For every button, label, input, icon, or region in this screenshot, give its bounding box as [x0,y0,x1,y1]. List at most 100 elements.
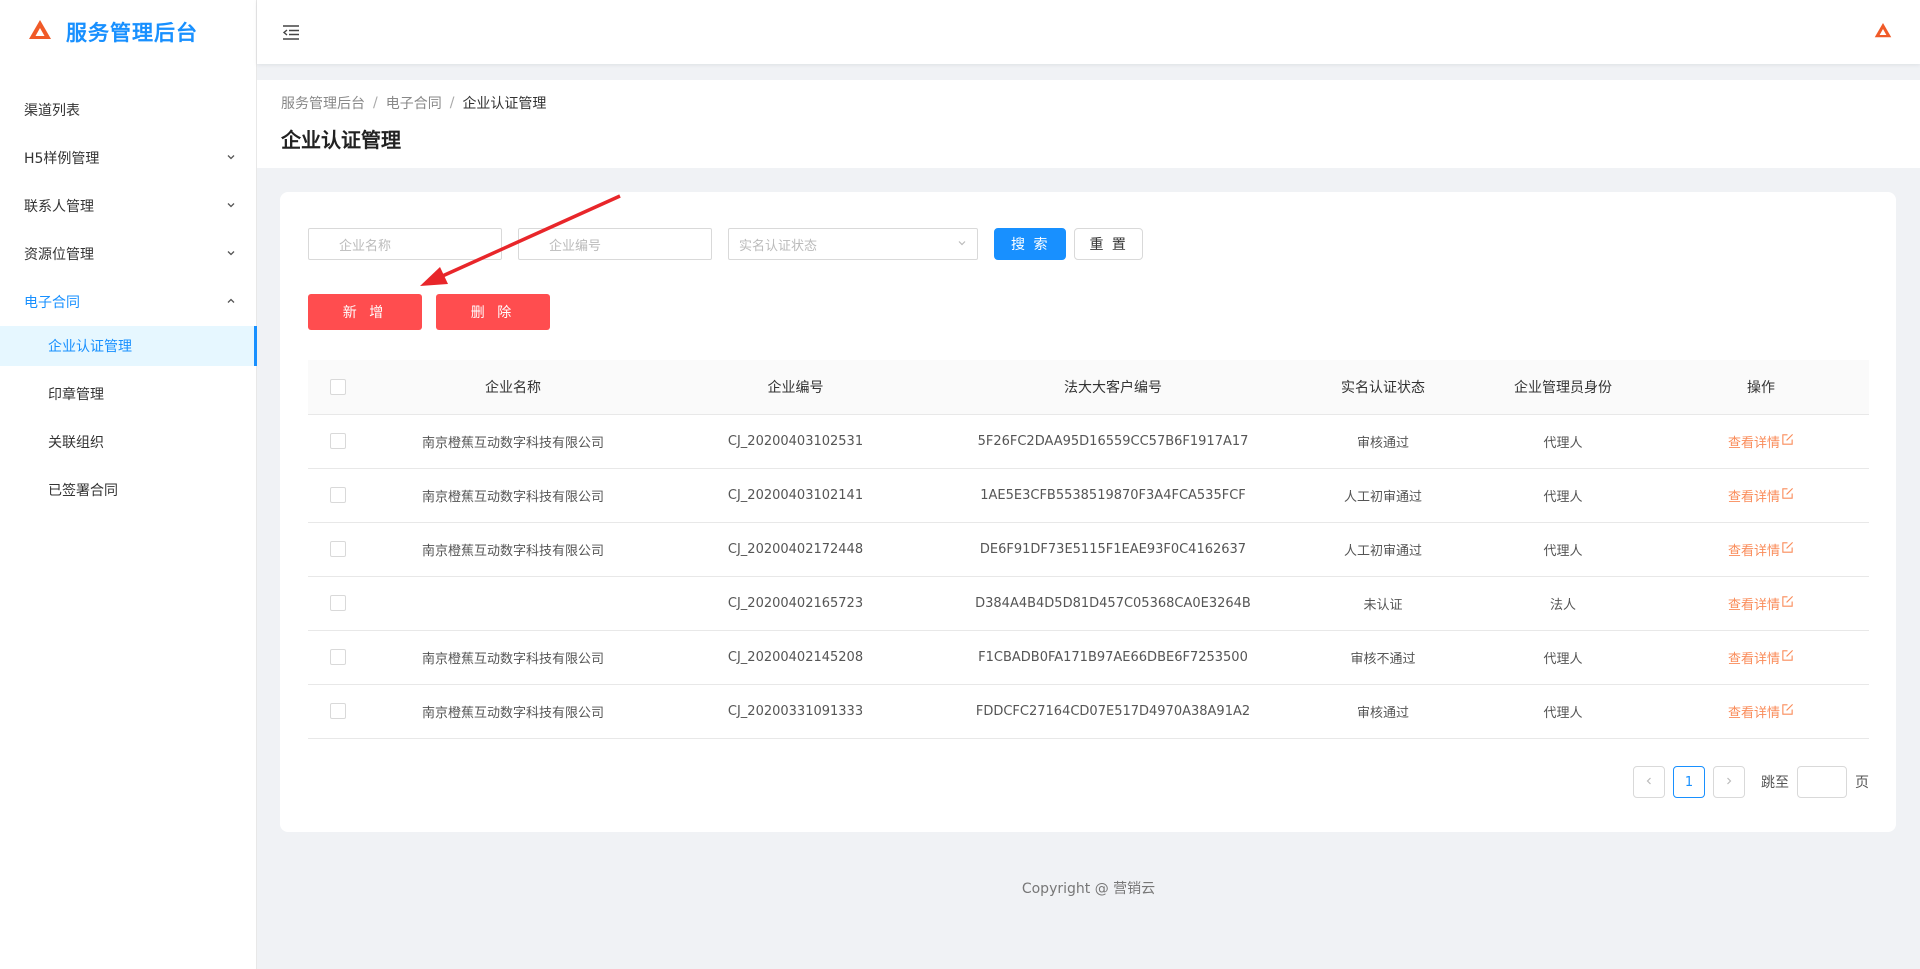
edit-link-icon [1780,433,1794,450]
view-details-link[interactable]: 查看详情 [1728,594,1794,613]
view-details-link[interactable]: 查看详情 [1728,702,1794,721]
company-name-cell: 南京橙蕉互动数字科技有限公司 [368,414,658,469]
triangle-logo-icon[interactable] [1874,22,1892,39]
table-row: CJ_20200402165723 D384A4B4D5D81D457C0536… [308,576,1869,631]
sidebar-item-resources[interactable]: 资源位管理 [0,230,256,278]
table-row: 南京橙蕉互动数字科技有限公司 CJ_20200402172448 DE6F91D… [308,522,1869,577]
table-row: 南京橙蕉互动数字科技有限公司 CJ_20200403102141 1AE5E3C… [308,468,1869,523]
chevron-left-icon [1644,775,1654,790]
status-cell: 审核不通过 [1293,630,1473,685]
add-button[interactable]: 新 增 [308,294,422,330]
role-cell: 代理人 [1473,684,1653,739]
fdd-id-cell: D384A4B4D5D81D457C05368CA0E3264B [933,576,1293,631]
row-checkbox[interactable] [330,433,346,449]
prev-page-button[interactable] [1633,766,1665,798]
select-all-checkbox[interactable] [330,378,346,395]
edit-link-icon [1780,649,1794,666]
edit-link-icon [1780,487,1794,504]
row-checkbox[interactable] [330,487,346,503]
view-details-link[interactable]: 查看详情 [1728,486,1794,505]
breadcrumb-separator: / [449,95,455,111]
company-code-cell: CJ_20200403102141 [658,468,933,523]
sidebar-item-label: 已签署合同 [48,483,118,499]
row-checkbox[interactable] [330,541,346,557]
fdd-id-cell: 5F26FC2DAA95D16559CC57B6F1917A17 [933,414,1293,469]
sidebar-item-e-contract[interactable]: 电子合同 [0,278,256,326]
page-number-button[interactable]: 1 [1673,766,1705,798]
status-cell: 人工初审通过 [1293,468,1473,523]
sidebar-menu: 渠道列表 H5样例管理 联系人管理 资源位管理 电子合同 企业认证管理 印章管理… [0,86,257,510]
row-checkbox[interactable] [330,703,346,719]
sidebar-item-signed-contracts[interactable]: 已签署合同 [0,470,256,510]
fdd-id-cell: F1CBADB0FA171B97AE66DBE6F7253500 [933,630,1293,685]
menu-fold-icon[interactable] [281,22,301,42]
logo[interactable]: 服务管理后台 [0,0,256,64]
auth-status-select[interactable]: 实名认证状态 [728,228,978,260]
company-name-cell [368,576,658,631]
company-name-cell: 南京橙蕉互动数字科技有限公司 [368,522,658,577]
delete-button[interactable]: 删 除 [436,294,550,330]
page-title: 企业认证管理 [281,128,401,152]
link-label: 查看详情 [1727,489,1780,505]
sidebar-item-seals[interactable]: 印章管理 [0,374,256,414]
sidebar: 服务管理后台 渠道列表 H5样例管理 联系人管理 资源位管理 电子合同 企业认证… [0,0,257,969]
input-placeholder: 企业名称 [339,238,392,254]
column-header: 实名认证状态 [1293,360,1473,415]
content-card: 企业名称 企业编号 实名认证状态 搜 索 重 置 新 增 删 除 企业名称 企业… [280,192,1896,832]
breadcrumb-separator: / [373,95,378,111]
sidebar-item-label: 电子合同 [24,295,80,311]
sidebar-item-linked-orgs[interactable]: 关联组织 [0,422,256,462]
column-header: 企业名称 [368,360,658,415]
breadcrumb-item[interactable]: 电子合同 [386,93,442,113]
status-cell: 审核通过 [1293,684,1473,739]
breadcrumb-current: 企业认证管理 [462,96,547,112]
company-name-input[interactable]: 企业名称 [308,228,502,260]
role-cell: 法人 [1473,576,1653,631]
row-checkbox[interactable] [330,595,346,611]
table-row: 南京橙蕉互动数字科技有限公司 CJ_20200403102531 5F26FC2… [308,414,1869,469]
triangle-logo-icon [28,19,52,45]
table-row: 南京橙蕉互动数字科技有限公司 CJ_20200402145208 F1CBADB… [308,630,1869,685]
sidebar-item-channels[interactable]: 渠道列表 [0,86,256,134]
search-button[interactable]: 搜 索 [994,228,1067,260]
edit-link-icon [1780,703,1794,720]
company-name-cell: 南京橙蕉互动数字科技有限公司 [368,630,658,685]
column-header: 企业管理员身份 [1473,360,1653,415]
sidebar-item-label: H5样例管理 [24,151,100,167]
view-details-link[interactable]: 查看详情 [1728,540,1794,559]
status-cell: 人工初审通过 [1293,522,1473,577]
breadcrumb-item[interactable]: 服务管理后台 [281,93,365,113]
company-auth-table: 企业名称 企业编号 法大大客户编号 实名认证状态 企业管理员身份 操作 南京橙蕉… [308,360,1869,739]
status-cell: 未认证 [1293,576,1473,631]
fdd-id-cell: FDDCFC27164CD07E517D4970A38A91A2 [933,684,1293,739]
row-checkbox[interactable] [330,649,346,665]
sidebar-item-contacts[interactable]: 联系人管理 [0,182,256,230]
reset-button[interactable]: 重 置 [1074,228,1143,260]
view-details-link[interactable]: 查看详情 [1728,648,1794,667]
top-header [257,0,1920,64]
chevron-down-icon [226,198,236,214]
status-cell: 审核通过 [1293,414,1473,469]
role-cell: 代理人 [1473,414,1653,469]
link-label: 查看详情 [1727,543,1780,559]
sidebar-item-label: 资源位管理 [24,247,94,263]
jump-page-input[interactable] [1797,766,1847,798]
table-row: 南京橙蕉互动数字科技有限公司 CJ_20200331091333 FDDCFC2… [308,684,1869,739]
filter-bar: 企业名称 企业编号 实名认证状态 搜 索 重 置 [308,228,1143,260]
sidebar-item-h5-samples[interactable]: H5样例管理 [0,134,256,182]
next-page-button[interactable] [1713,766,1745,798]
sidebar-item-label: 企业认证管理 [48,339,132,355]
chevron-down-icon [957,237,967,252]
edit-link-icon [1780,541,1794,558]
column-header: 企业编号 [658,360,933,415]
chevron-up-icon [226,294,236,310]
page-suffix: 页 [1855,775,1869,791]
company-code-cell: CJ_20200402172448 [658,522,933,577]
sidebar-item-label: 印章管理 [48,387,104,403]
sidebar-item-label: 渠道列表 [24,103,80,119]
chevron-right-icon [1724,775,1734,790]
link-label: 查看详情 [1727,597,1780,613]
company-code-input[interactable]: 企业编号 [518,228,712,260]
view-details-link[interactable]: 查看详情 [1728,432,1794,451]
sidebar-item-company-auth[interactable]: 企业认证管理 [0,326,257,366]
